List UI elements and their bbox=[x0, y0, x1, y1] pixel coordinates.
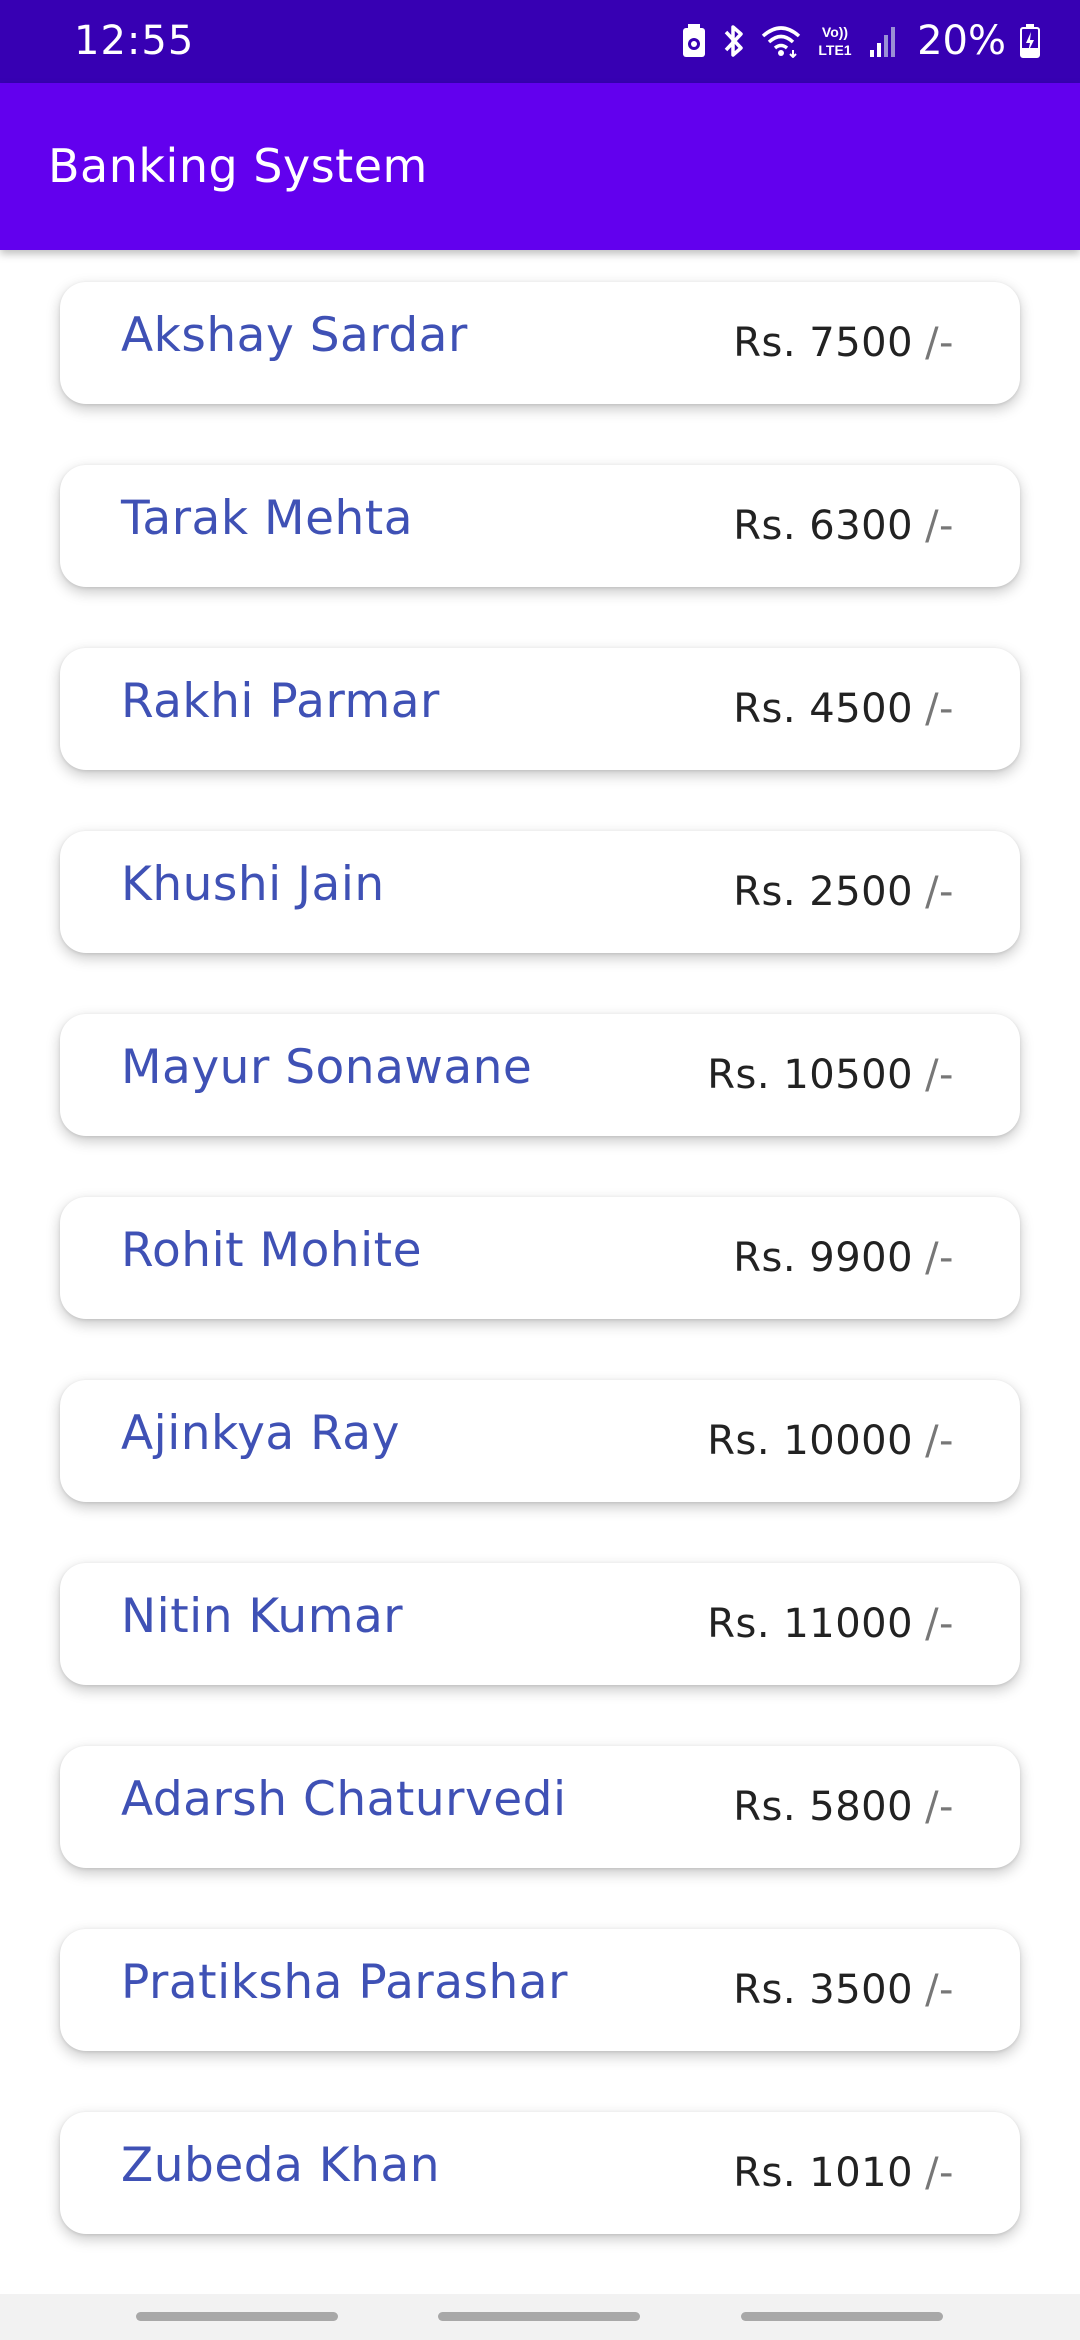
balance-amount: Rs. 4500 bbox=[733, 686, 914, 732]
balance-amount: Rs. 10000 bbox=[707, 1418, 914, 1464]
balance-suffix: /- bbox=[925, 1235, 954, 1281]
customer-balance: Rs. 2500/- bbox=[733, 867, 954, 917]
balance-suffix: /- bbox=[925, 320, 954, 366]
signal-icon bbox=[869, 24, 897, 58]
customer-balance: Rs. 10000/- bbox=[707, 1416, 954, 1466]
customer-name: Akshay Sardar bbox=[121, 308, 468, 363]
customer-card[interactable]: Akshay Sardar Rs. 7500/- bbox=[60, 282, 1020, 404]
balance-suffix: /- bbox=[925, 1967, 954, 2013]
customer-name: Pratiksha Parashar bbox=[121, 1955, 568, 2010]
balance-suffix: /- bbox=[925, 1418, 954, 1464]
balance-suffix: /- bbox=[925, 686, 954, 732]
customer-balance: Rs. 6300/- bbox=[733, 501, 954, 551]
customer-balance: Rs. 5800/- bbox=[733, 1782, 954, 1832]
volte-label: Vo)) bbox=[822, 24, 848, 40]
battery-charging-icon bbox=[1020, 24, 1040, 58]
balance-amount: Rs. 7500 bbox=[733, 320, 914, 366]
battery-percent: 20% bbox=[917, 18, 1006, 64]
customer-balance: Rs. 3500/- bbox=[733, 1965, 954, 2015]
customer-name: Tarak Mehta bbox=[121, 491, 413, 546]
customer-name: Zubeda Khan bbox=[121, 2138, 441, 2193]
customer-card[interactable]: Nitin Kumar Rs. 11000/- bbox=[60, 1563, 1020, 1685]
wifi-icon bbox=[761, 24, 801, 58]
lte-label: LTE1 bbox=[818, 42, 851, 58]
customer-card[interactable]: Khushi Jain Rs. 2500/- bbox=[60, 831, 1020, 953]
nav-recents-button[interactable] bbox=[136, 2312, 338, 2321]
customer-balance: Rs. 11000/- bbox=[707, 1599, 954, 1649]
customer-balance: Rs. 4500/- bbox=[733, 684, 954, 734]
nav-back-button[interactable] bbox=[741, 2312, 943, 2321]
customer-name: Nitin Kumar bbox=[121, 1589, 404, 1644]
balance-amount: Rs. 10500 bbox=[707, 1052, 914, 1098]
customer-balance: Rs. 7500/- bbox=[733, 318, 954, 368]
app-bar: Banking System bbox=[0, 83, 1080, 250]
customer-name: Mayur Sonawane bbox=[121, 1040, 533, 1095]
customer-list[interactable]: Akshay Sardar Rs. 7500/- Tarak Mehta Rs.… bbox=[0, 250, 1080, 2264]
customer-card[interactable]: Ajinkya Ray Rs. 10000/- bbox=[60, 1380, 1020, 1502]
customer-card[interactable]: Mayur Sonawane Rs. 10500/- bbox=[60, 1014, 1020, 1136]
customer-name: Ajinkya Ray bbox=[121, 1406, 400, 1461]
customer-balance: Rs. 9900/- bbox=[733, 1233, 954, 1283]
customer-name: Khushi Jain bbox=[121, 857, 385, 912]
bluetooth-icon bbox=[721, 23, 747, 59]
battery-saver-icon bbox=[681, 24, 707, 58]
customer-card[interactable]: Rohit Mohite Rs. 9900/- bbox=[60, 1197, 1020, 1319]
customer-name: Rakhi Parmar bbox=[121, 674, 440, 729]
balance-suffix: /- bbox=[925, 1601, 954, 1647]
customer-name: Adarsh Chaturvedi bbox=[121, 1772, 567, 1827]
balance-amount: Rs. 11000 bbox=[707, 1601, 914, 1647]
customer-card[interactable]: Zubeda Khan Rs. 1010/- bbox=[60, 2112, 1020, 2234]
app-title: Banking System bbox=[48, 139, 428, 193]
balance-suffix: /- bbox=[925, 1052, 954, 1098]
customer-card[interactable]: Rakhi Parmar Rs. 4500/- bbox=[60, 648, 1020, 770]
balance-suffix: /- bbox=[925, 869, 954, 915]
customer-name: Rohit Mohite bbox=[121, 1223, 423, 1278]
gesture-nav-bar bbox=[0, 2294, 1080, 2340]
customer-balance: Rs. 10500/- bbox=[707, 1050, 954, 1100]
balance-suffix: /- bbox=[925, 2150, 954, 2196]
balance-amount: Rs. 9900 bbox=[733, 1235, 914, 1281]
status-icons: Vo)) LTE1 20% bbox=[681, 14, 1040, 68]
status-time: 12:55 bbox=[74, 18, 195, 64]
customer-card[interactable]: Adarsh Chaturvedi Rs. 5800/- bbox=[60, 1746, 1020, 1868]
status-bar: 12:55 Vo)) LTE1 20% bbox=[0, 0, 1080, 83]
balance-amount: Rs. 5800 bbox=[733, 1784, 914, 1830]
customer-card[interactable]: Tarak Mehta Rs. 6300/- bbox=[60, 465, 1020, 587]
balance-amount: Rs. 2500 bbox=[733, 869, 914, 915]
balance-suffix: /- bbox=[925, 1784, 954, 1830]
customer-balance: Rs. 1010/- bbox=[733, 2148, 954, 2198]
volte-icon: Vo)) LTE1 bbox=[815, 21, 855, 61]
customer-card[interactable]: Pratiksha Parashar Rs. 3500/- bbox=[60, 1929, 1020, 2051]
balance-amount: Rs. 6300 bbox=[733, 503, 914, 549]
balance-amount: Rs. 1010 bbox=[733, 2150, 914, 2196]
balance-amount: Rs. 3500 bbox=[733, 1967, 914, 2013]
balance-suffix: /- bbox=[925, 503, 954, 549]
nav-home-button[interactable] bbox=[438, 2312, 640, 2321]
